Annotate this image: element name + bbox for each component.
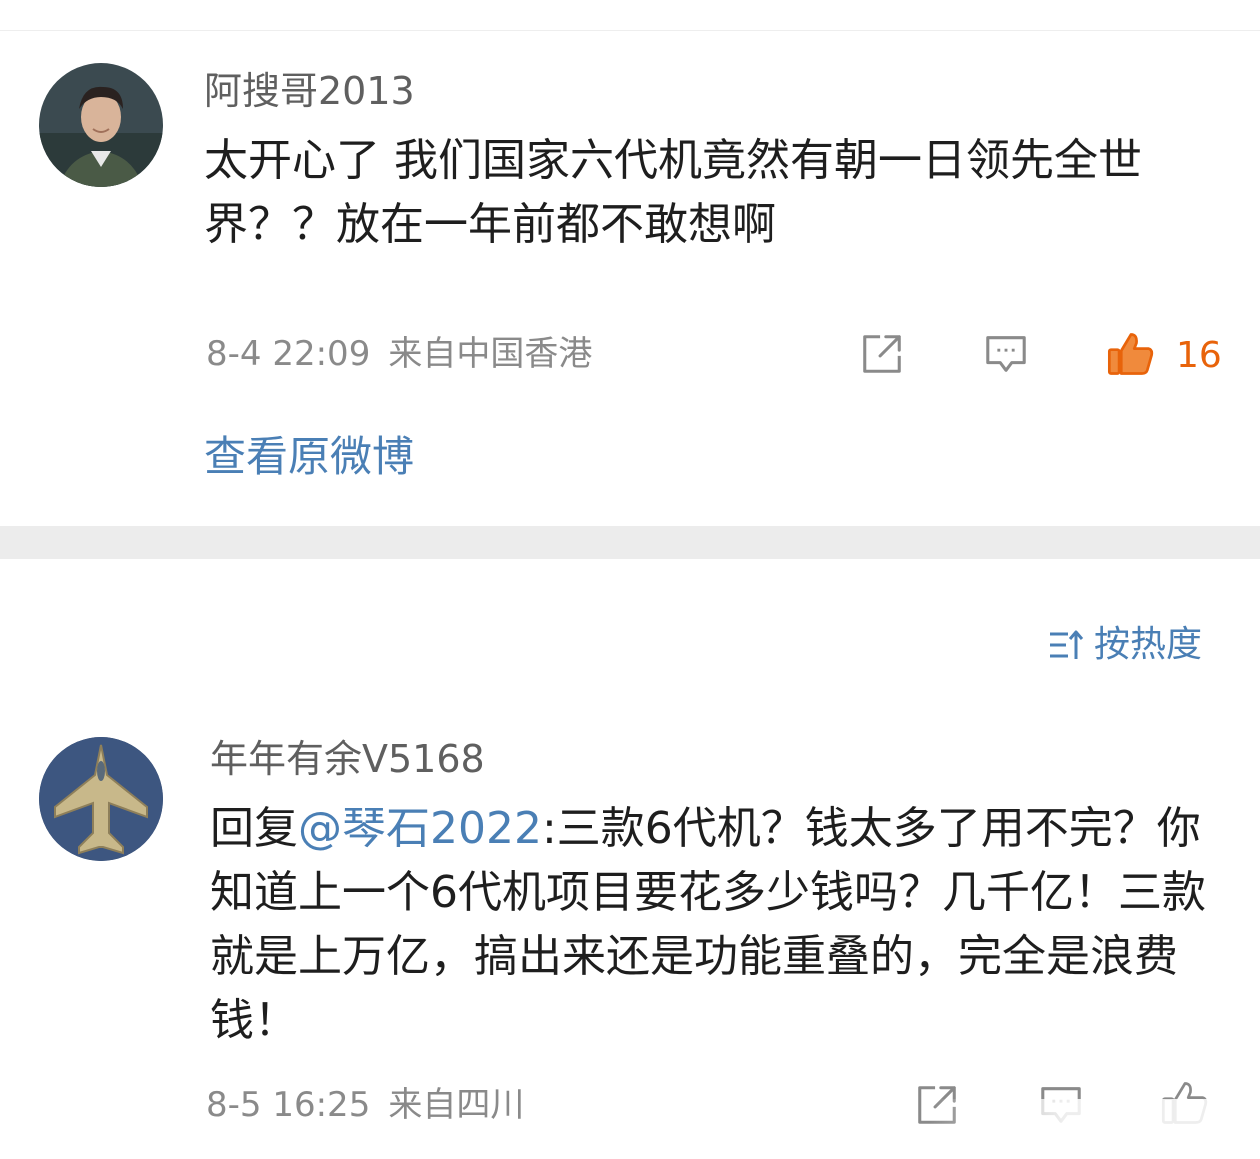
sort-by-heat-button[interactable]: 按热度 [1046,623,1202,667]
user-portrait-avatar-icon [39,63,163,187]
bottom-fade-overlay [930,1099,1260,1159]
comment-card: 阿搜哥2013 太开心了 我们国家六代机竟然有朝一日领先全世界？？放在一年前都不… [0,31,1260,526]
share-button[interactable] [857,329,907,379]
section-divider [0,526,1260,559]
username[interactable]: 阿搜哥2013 [204,68,415,114]
share-icon [863,335,901,373]
avatar[interactable] [39,63,163,187]
view-original-link[interactable]: 查看原微博 [204,432,414,482]
username[interactable]: 年年有余V5168 [210,736,485,782]
comment-location: 来自中国香港 [388,334,593,374]
comment-time: 8-4 22:09 [206,334,371,374]
fighter-jet-avatar-icon [39,737,163,861]
like-button[interactable] [1104,327,1158,381]
comment-location: 来自四川 [388,1085,525,1125]
comment-icon [986,336,1026,372]
comment-card: 按热度 年年有余V5168 回复@琴石2022:三款6代机？钱太多了用不完？你知… [0,559,1260,1159]
comment-button[interactable] [981,329,1031,379]
comment-text: 回复@琴石2022:三款6代机？钱太多了用不完？你知道上一个6代机项目要花多少钱… [210,797,1230,1053]
thumbs-up-icon [1107,333,1154,375]
comment-meta: 8-4 22:09 来自中国香港 [206,334,592,374]
comment-time: 8-5 16:25 [206,1085,371,1125]
mention-link[interactable]: @琴石2022 [298,803,542,854]
comment-meta: 8-5 16:25 来自四川 [206,1085,524,1125]
reply-prefix: 回复 [210,803,298,854]
sort-icon [1050,630,1084,659]
sort-label: 按热度 [1094,624,1203,665]
comment-text: 太开心了 我们国家六代机竟然有朝一日领先全世界？？放在一年前都不敢想啊 [204,135,1142,250]
avatar[interactable] [39,737,163,861]
like-count: 16 [1176,335,1222,376]
